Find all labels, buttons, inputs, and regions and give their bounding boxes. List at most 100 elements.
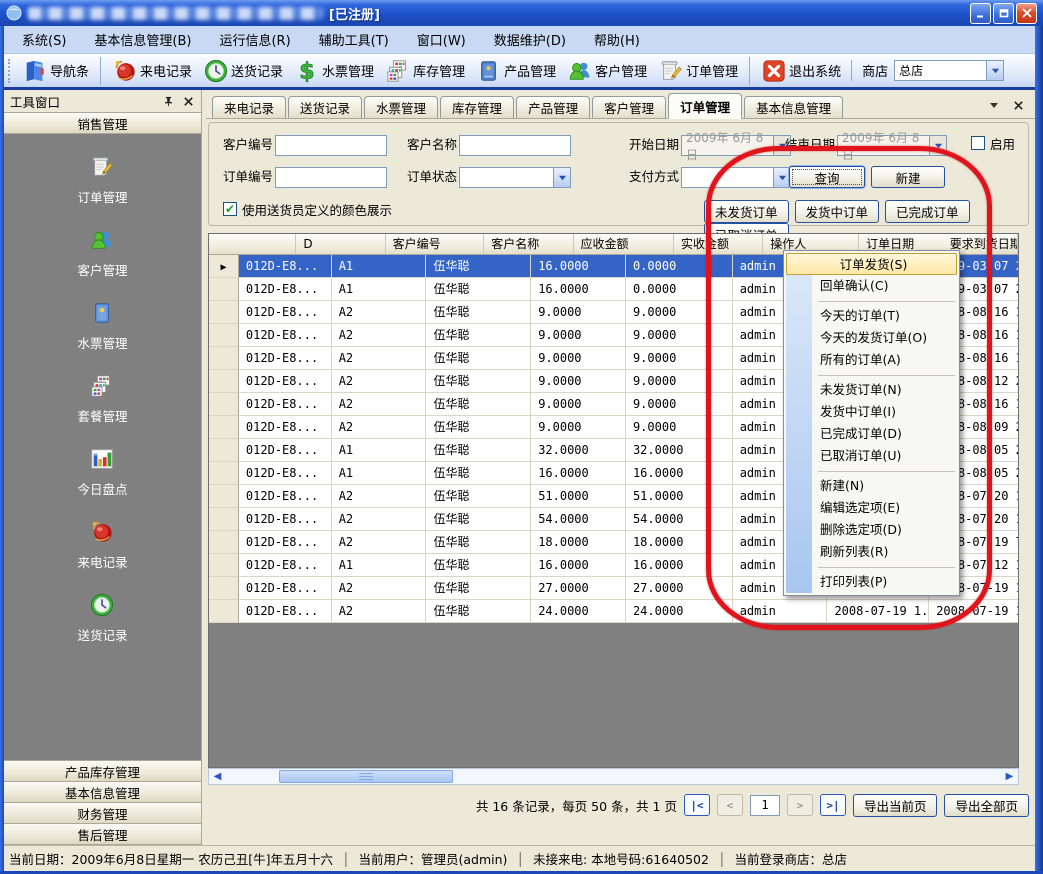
column-header[interactable]: 应收金额 [574, 234, 674, 255]
menu-item[interactable]: 系统(S) [8, 26, 80, 53]
row-selector[interactable] [209, 301, 239, 324]
context-menu-item[interactable]: 今天的订单(T) [784, 305, 959, 327]
context-menu-item[interactable] [784, 297, 959, 305]
tab[interactable]: 库存管理 [440, 96, 514, 118]
column-header[interactable]: 实收金额 [674, 234, 763, 255]
menu-item[interactable]: 基本信息管理(B) [80, 26, 205, 53]
row-selector[interactable] [209, 531, 239, 554]
row-selector[interactable] [209, 347, 239, 370]
sidebar-group[interactable]: 产品库存管理 [4, 761, 201, 782]
menu-item[interactable]: 窗口(W) [403, 26, 480, 53]
toolbar-button[interactable]: 订单管理 [653, 57, 744, 85]
context-menu-item[interactable]: 今天的发货订单(O) [784, 327, 959, 349]
pin-icon[interactable] [161, 94, 175, 108]
close-button[interactable] [1016, 3, 1037, 24]
row-selector[interactable] [209, 577, 239, 600]
sidebar-item[interactable]: 送货记录 [77, 590, 127, 644]
sidebar-group[interactable]: 基本信息管理 [4, 782, 201, 803]
context-menu-item[interactable]: 未发货订单(N) [784, 379, 959, 401]
color-display-checkbox[interactable]: ✔ [223, 202, 237, 216]
start-date-picker[interactable]: 2009年 6月 8日 [681, 135, 791, 156]
menu-item[interactable]: 帮助(H) [580, 26, 654, 53]
tab[interactable]: 产品管理 [516, 96, 590, 118]
sidebar-item[interactable]: 来电记录 [77, 517, 127, 571]
context-menu-item[interactable]: 删除选定项(D) [784, 519, 959, 541]
toolbar-button[interactable]: 送货记录 [198, 57, 289, 85]
customer-no-input[interactable] [275, 135, 387, 156]
sidebar-item[interactable]: 客户管理 [77, 225, 127, 279]
tab[interactable]: 订单管理 [668, 93, 742, 119]
scrollbar-thumb[interactable] [279, 770, 453, 783]
scroll-left-icon[interactable]: ◀ [209, 771, 226, 782]
query-button[interactable]: 查询 [789, 166, 865, 188]
row-selector[interactable] [209, 416, 239, 439]
sidebar-item[interactable]: 订单管理 [77, 152, 127, 206]
row-selector[interactable] [209, 370, 239, 393]
context-menu-item[interactable]: 新建(N) [784, 475, 959, 497]
enable-checkbox[interactable] [971, 136, 985, 150]
menu-item[interactable]: 辅助工具(T) [305, 26, 403, 53]
toolbar-button[interactable]: 客户管理 [562, 57, 653, 85]
sidebar-item[interactable]: 套餐管理 [77, 371, 127, 425]
context-menu-item[interactable] [784, 563, 959, 571]
export-current-page-button[interactable]: 导出当前页 [853, 794, 938, 817]
context-menu-item[interactable]: 已取消订单(U) [784, 445, 959, 467]
menu-item[interactable]: 数据维护(D) [480, 26, 580, 53]
toolbar-button[interactable]: 库存管理 [380, 57, 471, 85]
sidebar-group[interactable]: 财务管理 [4, 803, 201, 824]
new-button[interactable]: 新建 [871, 166, 945, 188]
order-status-filter-button[interactable]: 未发货订单 [704, 200, 789, 223]
row-selector[interactable] [209, 278, 239, 301]
payment-select[interactable] [681, 167, 791, 188]
context-menu-item[interactable] [784, 371, 959, 379]
export-all-pages-button[interactable]: 导出全部页 [944, 794, 1029, 817]
toolbar-grip[interactable] [8, 59, 13, 83]
context-menu-item[interactable]: 打印列表(P) [784, 571, 959, 593]
horizontal-scrollbar[interactable]: ◀ ▶ [208, 768, 1019, 785]
tab[interactable]: 送货记录 [288, 96, 362, 118]
column-header[interactable]: D [296, 234, 385, 255]
next-page-button[interactable]: > [787, 794, 813, 816]
table-row[interactable]: 012D-E8... A2 伍华聪 24.0000 24.0000 admin … [209, 600, 1018, 623]
order-status-filter-button[interactable]: 已完成订单 [885, 200, 970, 223]
context-menu-item[interactable]: 发货中订单(I) [784, 401, 959, 423]
row-selector[interactable] [209, 600, 239, 623]
order-status-select[interactable] [459, 167, 571, 188]
context-menu-item[interactable] [784, 467, 959, 475]
close-icon[interactable] [181, 94, 195, 108]
customer-name-input[interactable] [459, 135, 571, 156]
row-selector[interactable] [209, 462, 239, 485]
order-status-filter-button[interactable]: 发货中订单 [795, 200, 880, 223]
toolbar-button[interactable]: 导航条 [17, 57, 95, 85]
toolbar-button[interactable]: 产品管理 [471, 57, 562, 85]
tab[interactable]: 水票管理 [364, 96, 438, 118]
context-menu-item[interactable]: 已完成订单(D) [784, 423, 959, 445]
row-selector[interactable] [209, 485, 239, 508]
toolbar-button[interactable]: $ 水票管理 [289, 57, 380, 85]
tab[interactable]: 基本信息管理 [744, 96, 843, 118]
page-number-input[interactable] [750, 795, 780, 816]
column-header[interactable]: 客户名称 [484, 234, 573, 255]
row-selector[interactable] [209, 255, 239, 278]
prev-page-button[interactable]: < [717, 794, 743, 816]
context-menu-item[interactable]: 订单发货(S) [786, 253, 957, 275]
sidebar-group-sales[interactable]: 销售管理 [4, 113, 201, 134]
row-selector[interactable] [209, 508, 239, 531]
context-menu-item[interactable]: 刷新列表(R) [784, 541, 959, 563]
sidebar-item[interactable]: 今日盘点 [77, 444, 127, 498]
context-menu-item[interactable]: 编辑选定项(E) [784, 497, 959, 519]
menu-item[interactable]: 运行信息(R) [205, 26, 304, 53]
column-header[interactable]: 客户编号 [386, 234, 485, 255]
tab[interactable]: 来电记录 [212, 96, 286, 118]
row-selector[interactable] [209, 439, 239, 462]
toolbar-button[interactable]: 来电记录 [100, 57, 198, 85]
context-menu-item[interactable]: 所有的订单(A) [784, 349, 959, 371]
toolbar-button[interactable]: 退出系统 [749, 57, 847, 85]
first-page-button[interactable]: |< [684, 794, 710, 816]
sidebar-item[interactable]: 水票管理 [77, 298, 127, 352]
context-menu-item[interactable]: 回单确认(C) [784, 275, 959, 297]
column-header[interactable] [209, 234, 296, 255]
minimize-button[interactable] [970, 3, 991, 24]
order-no-input[interactable] [275, 167, 387, 188]
scroll-right-icon[interactable]: ▶ [1001, 771, 1018, 782]
